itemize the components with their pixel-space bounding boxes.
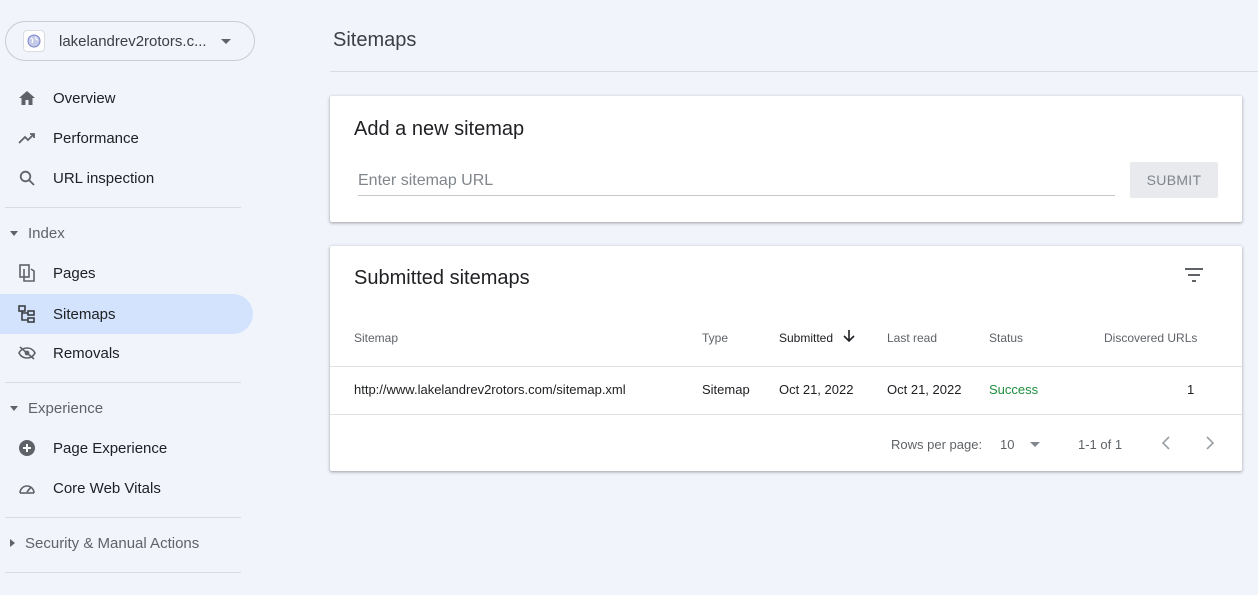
arrow-down-icon[interactable]	[842, 329, 856, 348]
col-header-discovered-urls[interactable]: Discovered URLs	[1104, 331, 1197, 345]
nav-pages-label: Pages	[53, 264, 96, 282]
col-header-type[interactable]: Type	[702, 331, 728, 345]
section-index-label: Index	[28, 224, 65, 242]
title-divider	[330, 71, 1258, 72]
sidebar-divider	[5, 207, 241, 208]
rows-per-page-select[interactable]: 10	[1000, 437, 1014, 452]
chevron-down-icon[interactable]	[1030, 442, 1040, 447]
nav-removals[interactable]: Removals	[0, 333, 253, 373]
visibility-off-icon	[17, 343, 37, 363]
nav-performance[interactable]: Performance	[0, 118, 253, 158]
globe-icon	[23, 30, 45, 52]
add-circle-icon	[17, 438, 37, 458]
add-sitemap-title: Add a new sitemap	[354, 118, 525, 140]
pages-icon	[17, 263, 37, 283]
property-selector[interactable]: lakelandrev2rotors.c...	[5, 21, 255, 61]
nav-url-inspection-label: URL inspection	[53, 169, 155, 187]
table-header-divider	[330, 366, 1242, 367]
rows-per-page-label: Rows per page:	[891, 437, 983, 452]
cell-type: Sitemap	[702, 382, 750, 397]
cell-status: Success	[989, 382, 1039, 397]
sidebar-divider	[5, 382, 241, 383]
property-name: lakelandrev2rotors.c...	[59, 32, 207, 50]
section-index[interactable]: Index	[0, 221, 65, 245]
next-page-icon[interactable]	[1200, 433, 1220, 453]
submitted-sitemaps-card: Submitted sitemaps Sitemap Type Submitte…	[330, 246, 1242, 471]
home-icon	[17, 88, 37, 108]
nav-core-web-vitals[interactable]: Core Web Vitals	[0, 468, 253, 508]
add-sitemap-card: Add a new sitemap SUBMIT	[330, 96, 1242, 222]
nav-pages[interactable]: Pages	[0, 253, 253, 293]
filter-icon[interactable]	[1182, 266, 1206, 284]
chevron-down-icon	[221, 39, 231, 44]
cell-last-read: Oct 21, 2022	[887, 382, 962, 397]
nav-page-experience[interactable]: Page Experience	[0, 428, 253, 468]
cell-sitemap: http://www.lakelandrev2rotors.com/sitema…	[354, 382, 626, 397]
trending-up-icon	[17, 128, 37, 148]
sidebar: lakelandrev2rotors.c... Overview Perform…	[0, 0, 262, 595]
section-security[interactable]: Security & Manual Actions	[0, 531, 199, 555]
col-header-submitted[interactable]: Submitted	[779, 331, 833, 345]
sidebar-divider	[5, 517, 241, 518]
page-title: Sitemaps	[333, 29, 417, 51]
sitemap-url-input[interactable]	[358, 166, 1115, 196]
cell-discovered-urls: 1	[1187, 382, 1195, 397]
col-header-status[interactable]: Status	[989, 331, 1023, 345]
nav-removals-label: Removals	[53, 344, 120, 362]
section-experience[interactable]: Experience	[0, 396, 103, 420]
submit-button[interactable]: SUBMIT	[1130, 162, 1218, 198]
nav-performance-label: Performance	[53, 129, 139, 147]
table-row-divider	[330, 414, 1242, 415]
nav-url-inspection[interactable]: URL inspection	[0, 158, 253, 198]
col-header-sitemap[interactable]: Sitemap	[354, 331, 398, 345]
section-security-label: Security & Manual Actions	[25, 534, 200, 552]
caret-right-icon	[10, 539, 15, 547]
sidebar-divider	[5, 572, 241, 573]
submitted-sitemaps-title: Submitted sitemaps	[354, 267, 530, 289]
caret-down-icon	[10, 230, 18, 236]
cell-submitted: Oct 21, 2022	[779, 382, 854, 397]
nav-sitemaps-label: Sitemaps	[53, 305, 116, 323]
sitemap-icon	[17, 304, 37, 324]
speed-gauge-icon	[17, 478, 37, 498]
nav-overview[interactable]: Overview	[0, 78, 253, 118]
nav-core-web-vitals-label: Core Web Vitals	[53, 479, 161, 497]
section-experience-label: Experience	[28, 399, 104, 417]
search-icon	[17, 168, 37, 188]
nav-page-experience-label: Page Experience	[53, 439, 168, 457]
caret-down-icon	[10, 405, 18, 411]
nav-overview-label: Overview	[53, 89, 116, 107]
previous-page-icon[interactable]	[1156, 433, 1176, 453]
nav-sitemaps[interactable]: Sitemaps	[0, 294, 253, 334]
pagination-range: 1-1 of 1	[1078, 437, 1123, 452]
col-header-last-read[interactable]: Last read	[887, 331, 937, 345]
